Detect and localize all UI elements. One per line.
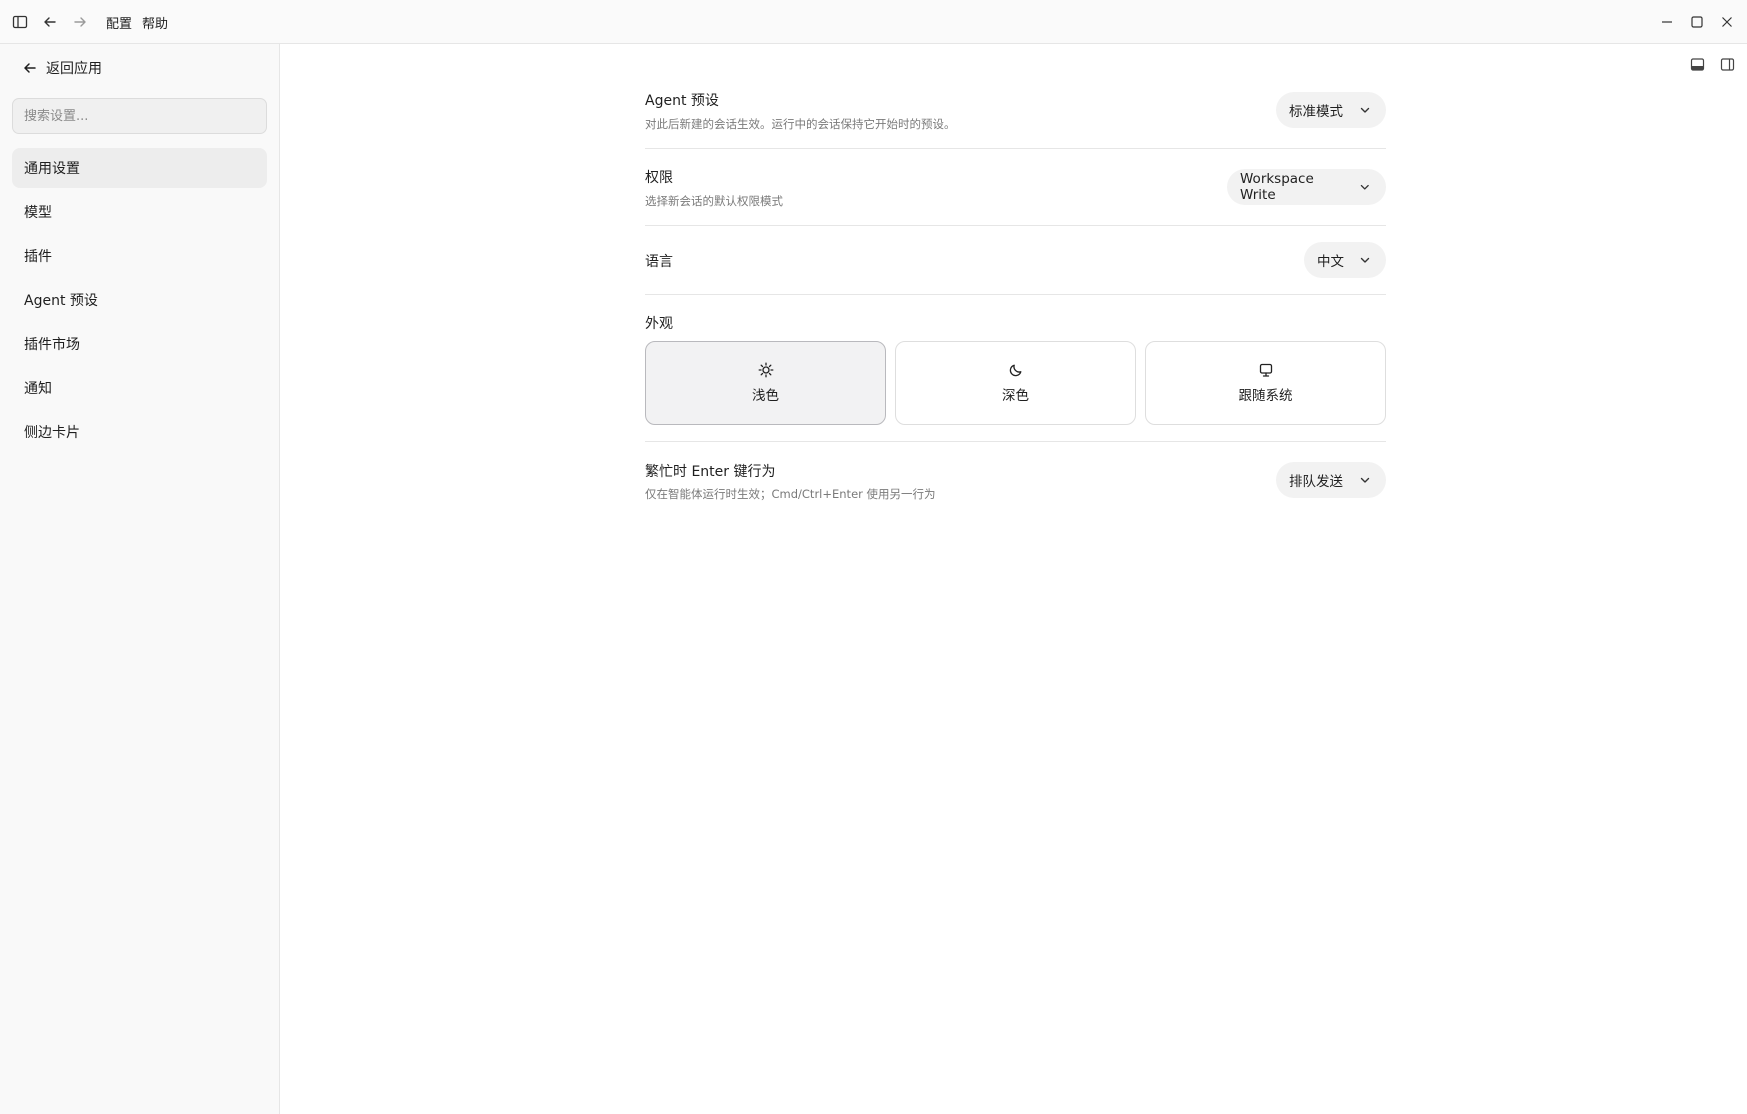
sun-icon — [758, 362, 774, 378]
language-value: 中文 — [1317, 254, 1344, 270]
sidebar-item-label: 模型 — [24, 205, 52, 221]
busy-enter-title: 繁忙时 Enter 键行为 — [645, 464, 776, 480]
bottom-panel-toggle-icon[interactable] — [1687, 54, 1707, 74]
divider — [645, 148, 1386, 149]
chevron-down-icon — [1361, 184, 1370, 190]
permission-title: 权限 — [645, 170, 673, 186]
sidebar-item-label: 通知 — [24, 381, 52, 397]
theme-option-light[interactable]: 浅色 — [645, 341, 886, 425]
sidebar-item-agent-presets[interactable]: Agent 预设 — [12, 280, 267, 320]
chevron-down-icon — [1360, 107, 1370, 113]
sidebar-item-label: 插件市场 — [24, 337, 80, 353]
agent-preset-dropdown[interactable]: 标准模式 — [1276, 92, 1386, 128]
menu-config[interactable]: 配置 — [106, 13, 132, 32]
language-dropdown[interactable]: 中文 — [1304, 242, 1386, 278]
busy-enter-value: 排队发送 — [1289, 474, 1343, 490]
sidebar-toggle-icon[interactable] — [9, 11, 31, 33]
theme-option-label: 浅色 — [752, 388, 779, 404]
chevron-down-icon — [1360, 477, 1370, 483]
menu-help[interactable]: 帮助 — [142, 13, 168, 32]
agent-preset-title: Agent 预设 — [645, 93, 719, 109]
monitor-icon — [1258, 362, 1274, 378]
theme-option-system[interactable]: 跟随系统 — [1145, 341, 1386, 425]
sidebar-item-general[interactable]: 通用设置 — [12, 148, 267, 188]
sidebar-item-label: 插件 — [24, 249, 52, 265]
arrow-left-icon[interactable] — [39, 11, 61, 33]
maximize-icon[interactable] — [1686, 11, 1708, 33]
theme-option-label: 深色 — [1002, 388, 1029, 404]
sidebar-item-plugins[interactable]: 插件 — [12, 236, 267, 276]
moon-icon — [1008, 362, 1024, 378]
right-panel-toggle-icon[interactable] — [1717, 54, 1737, 74]
agent-preset-value: 标准模式 — [1289, 104, 1343, 120]
arrow-right-icon[interactable] — [69, 11, 91, 33]
back-to-app-button[interactable]: 返回应用 — [22, 56, 102, 80]
permission-value: Workspace Write — [1240, 171, 1314, 203]
theme-option-dark[interactable]: 深色 — [895, 341, 1136, 425]
chevron-down-icon — [1360, 257, 1370, 263]
agent-preset-description: 对此后新建的会话生效。运行中的会话保持它开始时的预设。 — [645, 117, 956, 131]
divider — [645, 294, 1386, 295]
sidebar-item-label: 侧边卡片 — [24, 425, 80, 441]
permission-dropdown[interactable]: Workspace Write — [1227, 169, 1386, 205]
title-bar: 配置 帮助 — [0, 0, 1747, 44]
arrow-left-icon — [22, 60, 38, 76]
language-title: 语言 — [645, 254, 673, 270]
sidebar-item-side-cards[interactable]: 侧边卡片 — [12, 412, 267, 452]
sidebar-item-model[interactable]: 模型 — [12, 192, 267, 232]
sidebar-item-label: Agent 预设 — [24, 293, 98, 309]
sidebar-item-plugin-market[interactable]: 插件市场 — [12, 324, 267, 364]
sidebar-item-notifications[interactable]: 通知 — [12, 368, 267, 408]
busy-enter-dropdown[interactable]: 排队发送 — [1276, 462, 1386, 498]
sidebar-item-label: 通用设置 — [24, 161, 80, 177]
settings-sidebar: 返回应用 通用设置 模型 插件 Agent 预设 插件市场 通知 侧边卡片 — [0, 44, 280, 1114]
divider — [645, 441, 1386, 442]
appearance-title: 外观 — [645, 316, 673, 332]
back-to-app-label: 返回应用 — [46, 61, 102, 77]
settings-search-input[interactable] — [12, 98, 267, 134]
divider — [645, 225, 1386, 226]
close-icon[interactable] — [1716, 11, 1738, 33]
busy-enter-description: 仅在智能体运行时生效；Cmd/Ctrl+Enter 使用另一行为 — [645, 487, 936, 501]
permission-description: 选择新会话的默认权限模式 — [645, 194, 783, 208]
theme-option-label: 跟随系统 — [1238, 388, 1293, 404]
minimize-icon[interactable] — [1656, 11, 1678, 33]
